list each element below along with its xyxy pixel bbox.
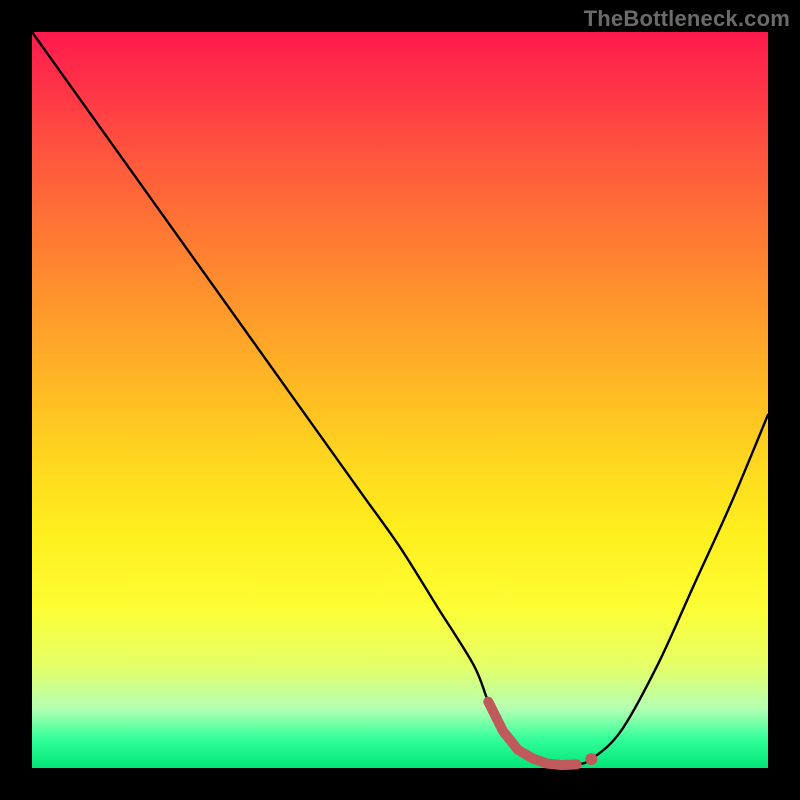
curve-svg: [32, 32, 768, 768]
optimal-range-highlight: [488, 702, 576, 765]
bottleneck-curve: [32, 32, 768, 765]
chart-frame: TheBottleneck.com: [0, 0, 800, 800]
marker-point: [585, 753, 597, 765]
plot-area: [32, 32, 768, 768]
watermark-text: TheBottleneck.com: [584, 6, 790, 32]
